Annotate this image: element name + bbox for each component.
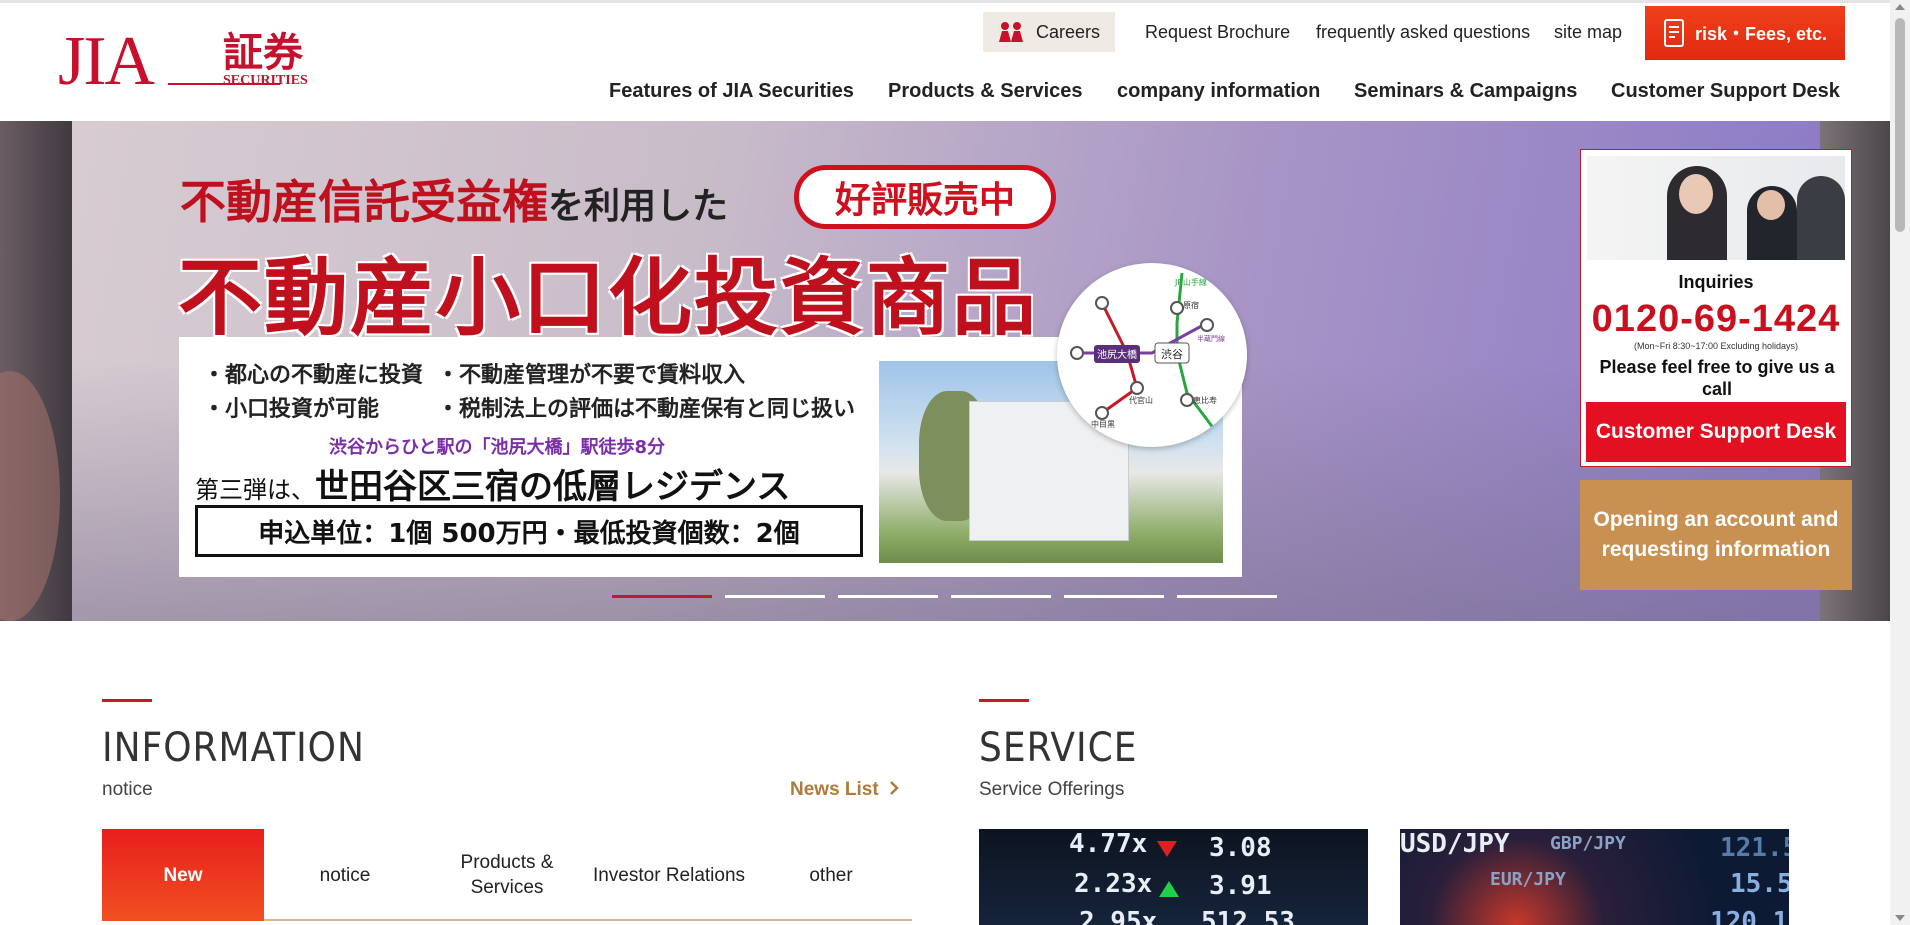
scroll-down-arrow-icon[interactable] (1895, 915, 1905, 921)
service-title: SERVICE (979, 725, 1138, 771)
open-account-button[interactable]: Opening an account and requesting inform… (1580, 480, 1852, 590)
faq-link[interactable]: frequently asked questions (1316, 22, 1530, 43)
request-brochure-link[interactable]: Request Brochure (1145, 22, 1290, 43)
jia-securities-logo[interactable]: JIA 証券 SECURITIES (58, 27, 318, 99)
banner-bullet: ・税制法上の評価は不動産保有と同じ扱い (437, 397, 856, 422)
tab-new[interactable]: New (102, 829, 264, 921)
banner-bullet: ・都心の不動産に投資 (203, 363, 424, 388)
tab-investor-relations[interactable]: Investor Relations (588, 829, 750, 921)
banner-title-line1: 不動産信託受益権を利用した (180, 175, 729, 229)
tab-notice[interactable]: notice (264, 829, 426, 921)
map-label-hanzomon: 半蔵門線 (1197, 334, 1225, 343)
call-center-photo (1587, 156, 1845, 260)
site-header: JIA 証券 SECURITIES Careers Request Brochu… (0, 0, 1890, 121)
service-card-forex[interactable]: USD/JPY GBP/JPY EUR/JPY 121.5 15.5 120.1 (1400, 829, 1789, 925)
route-map-image: 池尻大橋 渋谷 JR山手線 原宿 中目黒 代官山 恵比寿 半蔵門線 (1057, 263, 1247, 447)
carousel-indicator[interactable] (951, 595, 1051, 598)
map-station-harajuku: 原宿 (1183, 300, 1199, 310)
logo-jia-text: JIA (58, 23, 155, 100)
careers-link[interactable]: Careers (983, 12, 1115, 52)
on-sale-badge: 好評販売中 (794, 165, 1056, 229)
scrollbar-thumb[interactable] (1895, 18, 1905, 232)
tab-other[interactable]: other (750, 829, 912, 921)
hero-banner-slide[interactable]: 不動産信託受益権を利用した 好評販売中 不動産小口化投資商品 ・都心の不動産に投… (72, 121, 1852, 621)
news-list-link[interactable]: News List (790, 779, 899, 801)
map-station-shibuya: 渋谷 (1161, 348, 1183, 361)
banner-bullet: ・小口投資が可能 (203, 397, 380, 422)
map-label-yamanote: JR山手線 (1174, 277, 1207, 287)
map-station-daikanyama: 代官山 (1129, 395, 1153, 405)
chevron-right-icon (889, 779, 899, 801)
carousel-indicator[interactable] (1064, 595, 1164, 598)
information-accent-line (102, 699, 152, 702)
service-subtitle: Service Offerings (979, 779, 1125, 800)
up-arrow-icon (1159, 881, 1179, 897)
service-accent-line (979, 699, 1029, 702)
logo-kanji-text: 証券 (223, 29, 303, 76)
carousel-indicator[interactable] (612, 595, 712, 598)
information-title: INFORMATION (102, 725, 365, 771)
information-tabs: New notice Products & Services Investor … (102, 829, 912, 921)
page-scrollbar[interactable] (1890, 0, 1910, 925)
map-station-ikejiri: 池尻大橋 (1097, 348, 1137, 361)
banner-main-title: 不動産小口化投資商品 (178, 248, 1039, 347)
inquiries-label: Inquiries (1678, 272, 1754, 292)
news-list-label: News List (790, 779, 879, 800)
site-map-link[interactable]: site map (1554, 22, 1622, 43)
business-hours: (Mon~Fri 8:30~17:00 Excluding holidays) (1633, 341, 1799, 351)
map-station-ebisu: 恵比寿 (1193, 395, 1217, 405)
customer-support-button[interactable]: Customer Support Desk (1586, 402, 1846, 462)
risk-fees-button[interactable]: risk・Fees, etc. (1645, 6, 1845, 60)
nav-products-services[interactable]: Products & Services (888, 80, 1083, 103)
nav-customer-support[interactable]: Customer Support Desk (1611, 80, 1840, 103)
nav-features[interactable]: Features of JIA Securities (609, 80, 854, 103)
tab-products-services[interactable]: Products & Services (426, 829, 588, 921)
nav-seminars-campaigns[interactable]: Seminars & Campaigns (1354, 80, 1577, 103)
banner-access-text: 渋谷からひと駅の「池尻大橋」駅徒歩8分 (329, 437, 665, 458)
service-card-stocks[interactable]: 4.77x 3.08 2.23x 3.91 2.95x 512.53 (979, 829, 1368, 925)
information-subtitle: notice (102, 779, 153, 800)
banner-bullet: ・不動産管理が不要で賃料収入 (437, 363, 746, 388)
call-note: Please feel free to give us a call (1599, 357, 1835, 399)
carousel-indicator[interactable] (838, 595, 938, 598)
banner-residence-text: 第三弾は、世田谷区三宿の低層レジデンス (195, 467, 791, 507)
nav-company-information[interactable]: company information (1117, 80, 1320, 103)
logo-securities-text: SECURITIES (223, 73, 308, 88)
hero-carousel: 不動産信託受益権を利用した 好評販売中 不動産小口化投資商品 ・都心の不動産に投… (0, 121, 1890, 621)
document-icon (1663, 19, 1684, 47)
inquiry-panel: Inquiries 0120-69-1424 (Mon~Fri 8:30~17:… (1580, 149, 1852, 467)
banner-unit-box: 申込単位：1個 500万円・最低投資個数：2個 (195, 505, 863, 557)
map-station-nakameguro: 中目黒 (1091, 419, 1115, 429)
risk-fees-label: risk・Fees, etc. (1694, 24, 1828, 44)
careers-label: Careers (1035, 21, 1101, 42)
carousel-indicator[interactable] (1177, 595, 1277, 598)
scroll-up-arrow-icon[interactable] (1895, 4, 1905, 10)
down-arrow-icon (1157, 841, 1177, 857)
careers-people-icon (998, 22, 1023, 42)
phone-number[interactable]: 0120-69-1424 (1581, 298, 1851, 341)
carousel-indicator[interactable] (725, 595, 825, 598)
previous-slide-peek[interactable] (0, 121, 72, 621)
